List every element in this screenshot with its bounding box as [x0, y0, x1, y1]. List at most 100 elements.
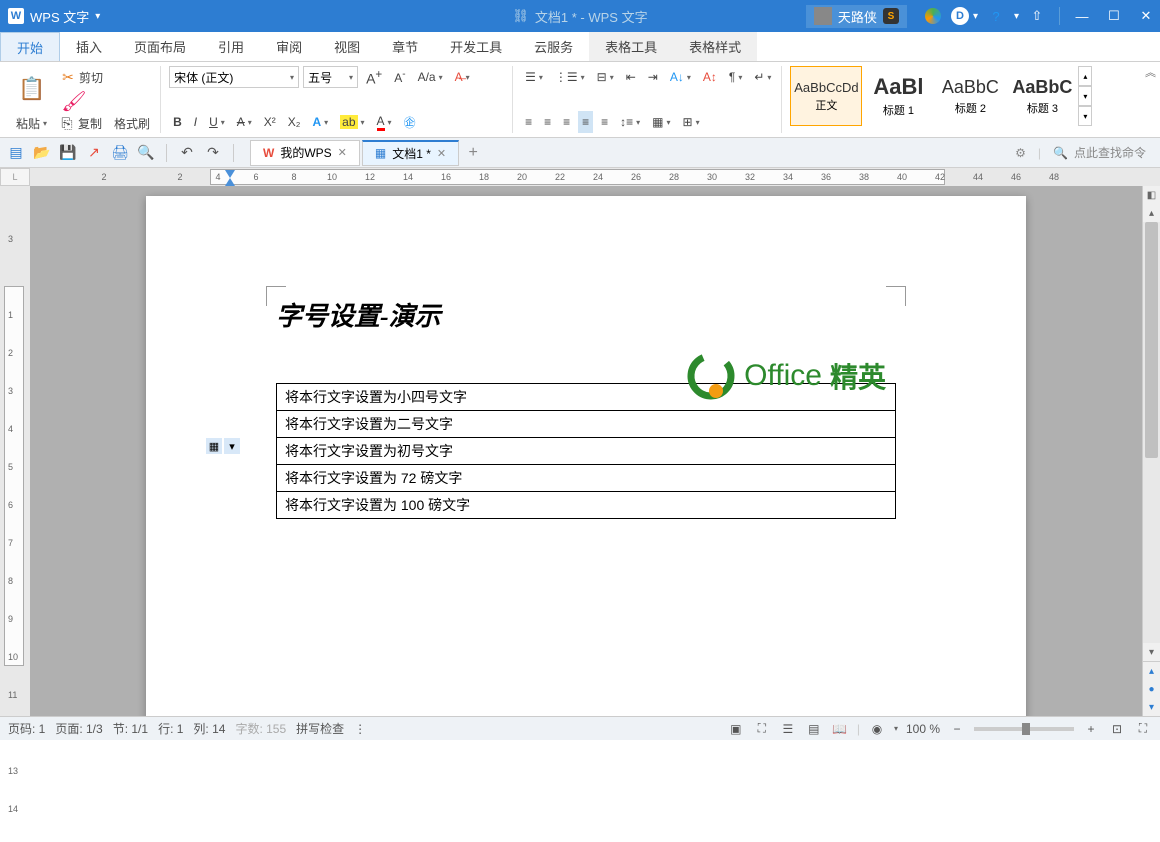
menu-view[interactable]: 视图 — [318, 32, 376, 61]
view-print-layout[interactable]: ▣ — [727, 720, 745, 738]
user-block[interactable]: 天路侠 S — [806, 5, 907, 28]
format-painter-large[interactable]: 🖌 — [56, 90, 107, 112]
menu-review[interactable]: 审阅 — [260, 32, 318, 61]
fit-page-button[interactable]: ⊡ — [1108, 720, 1126, 738]
status-section[interactable]: 节: 1/1 — [113, 720, 148, 737]
style-nav-more[interactable]: ▾ — [1078, 106, 1092, 126]
redo-button[interactable]: ↷ — [203, 143, 223, 163]
decrease-indent-button[interactable]: ⇤ — [622, 66, 640, 88]
style-nav-down[interactable]: ▾ — [1078, 86, 1092, 106]
change-case-button[interactable]: A/a▾ — [414, 66, 447, 88]
phonetic-button[interactable]: ㊭ — [400, 111, 420, 133]
maximize-button[interactable]: ☐ — [1100, 2, 1128, 30]
zoom-level[interactable]: 100 % — [906, 722, 940, 736]
menu-page-layout[interactable]: 页面布局 — [118, 32, 202, 61]
ribbon-collapse-button[interactable]: ︽ — [1145, 64, 1156, 80]
document-scroll[interactable]: 字号设置-演示 Office 精英 ▦ ▾ 将本行文字设置为小四号文字将本行文字… — [30, 186, 1142, 716]
format-painter-button[interactable]: 格式刷 — [110, 112, 154, 134]
style-heading1[interactable]: AaBl 标题 1 — [862, 66, 934, 126]
menu-home[interactable]: 开始 — [0, 32, 60, 61]
undo-button[interactable]: ↶ — [177, 143, 197, 163]
add-tab-button[interactable]: + — [461, 140, 485, 166]
line-spacing-button[interactable]: ↕≡▾ — [616, 111, 644, 133]
minimize-button[interactable]: — — [1068, 2, 1096, 30]
menu-references[interactable]: 引用 — [202, 32, 260, 61]
paragraph-handle[interactable]: ▦ ▾ — [206, 438, 240, 454]
macro-arrow[interactable]: ▾ — [894, 724, 898, 733]
scroll-thumb[interactable] — [1145, 222, 1158, 458]
new-doc-button[interactable]: ▤ — [6, 143, 26, 163]
zoom-in-button[interactable]: + — [1082, 720, 1100, 738]
tab-close-icon[interactable]: ✕ — [338, 146, 347, 159]
increase-indent-button[interactable]: ⇥ — [644, 66, 662, 88]
menu-insert[interactable]: 插入 — [60, 32, 118, 61]
grow-font-button[interactable]: A+ — [362, 66, 386, 88]
align-justify-button[interactable]: ≡ — [578, 111, 593, 133]
shading-button[interactable]: ▦▾ — [648, 111, 674, 133]
help-icon[interactable]: ? — [982, 2, 1010, 30]
bullet-list-button[interactable]: ☰▾ — [521, 66, 547, 88]
table-row[interactable]: 将本行文字设置为初号文字 — [277, 438, 896, 465]
borders-button[interactable]: ⊞▾ — [679, 111, 704, 133]
scroll-up-button[interactable]: ▴ — [1143, 204, 1160, 222]
d-arrow[interactable]: ▾ — [973, 11, 978, 22]
d-icon[interactable]: D — [951, 7, 969, 25]
upload-icon[interactable]: ⇧ — [1023, 2, 1051, 30]
menu-table-tools[interactable]: 表格工具 — [589, 32, 673, 61]
table-row[interactable]: 将本行文字设置为 72 磅文字 — [277, 465, 896, 492]
open-button[interactable]: 📂 — [32, 143, 52, 163]
sort-button[interactable]: A↕ — [699, 66, 721, 88]
table-cell[interactable]: 将本行文字设置为初号文字 — [277, 438, 896, 465]
next-page-button[interactable]: ▾ — [1143, 698, 1160, 716]
view-outline[interactable]: ☰ — [779, 720, 797, 738]
status-lang-icon[interactable]: ⋮ — [354, 722, 366, 736]
copy-button[interactable]: ⎘复制 — [55, 112, 106, 134]
subscript-button[interactable]: X₂ — [284, 111, 305, 133]
vertical-ruler[interactable]: 31234567891011121314 — [0, 186, 30, 716]
table-cell[interactable]: 将本行文字设置为 72 磅文字 — [277, 465, 896, 492]
cloud-sync-icon[interactable] — [919, 2, 947, 30]
menu-dev-tools[interactable]: 开发工具 — [434, 32, 518, 61]
italic-button[interactable]: I — [190, 111, 201, 133]
horizontal-ruler[interactable]: L 22468101214161820222426283032343638404… — [0, 168, 1160, 186]
style-heading3[interactable]: AaBbC 标题 3 — [1006, 66, 1078, 126]
show-marks-button[interactable]: ¶▾ — [725, 66, 746, 88]
scroll-down-button[interactable]: ▾ — [1143, 643, 1160, 661]
status-page-no[interactable]: 页码: 1 — [8, 720, 45, 737]
table-row[interactable]: 将本行文字设置为 100 磅文字 — [277, 492, 896, 519]
view-fullscreen[interactable]: ⛶ — [753, 720, 771, 738]
status-words[interactable]: 字数: 155 — [235, 720, 286, 737]
align-right-button[interactable]: ≡ — [559, 111, 574, 133]
print-preview-button[interactable]: 🔍 — [136, 143, 156, 163]
help-arrow[interactable]: ▾ — [1014, 11, 1019, 22]
align-distributed-button[interactable]: ≡ — [597, 111, 612, 133]
shrink-font-button[interactable]: A- — [390, 66, 409, 88]
zoom-slider[interactable] — [974, 727, 1074, 731]
align-left-button[interactable]: ≡ — [521, 111, 536, 133]
tab-close-icon[interactable]: ✕ — [437, 147, 446, 160]
status-spellcheck[interactable]: 拼写检查 — [296, 720, 344, 737]
text-effects-button[interactable]: A▾ — [308, 111, 332, 133]
page[interactable]: 字号设置-演示 Office 精英 ▦ ▾ 将本行文字设置为小四号文字将本行文字… — [146, 196, 1026, 716]
doc-tab-mywps[interactable]: W 我的WPS ✕ — [250, 140, 360, 166]
vertical-scrollbar[interactable]: ◧ ▴ ▾ ▴ ● ▾ — [1142, 186, 1160, 716]
font-size-select[interactable]: 五号▾ — [303, 66, 358, 88]
number-list-button[interactable]: ⋮☰▾ — [551, 66, 589, 88]
style-normal[interactable]: AaBbCcDd 正文 — [790, 66, 862, 126]
font-name-select[interactable]: 宋体 (正文)▾ — [169, 66, 299, 88]
zoom-out-button[interactable]: − — [948, 720, 966, 738]
prev-page-button[interactable]: ▴ — [1143, 662, 1160, 680]
menu-cloud[interactable]: 云服务 — [518, 32, 589, 61]
multilevel-list-button[interactable]: ⊟▾ — [593, 66, 618, 88]
table-cell[interactable]: 将本行文字设置为二号文字 — [277, 411, 896, 438]
bold-button[interactable]: B — [169, 111, 186, 133]
scroll-track[interactable] — [1143, 222, 1160, 643]
strikethrough-button[interactable]: A▾ — [233, 111, 256, 133]
font-color-button[interactable]: A▾ — [373, 111, 396, 133]
view-web[interactable]: ▤ — [805, 720, 823, 738]
para-settings-button[interactable]: ↵▾ — [750, 66, 775, 88]
style-nav-up[interactable]: ▴ — [1078, 66, 1092, 86]
view-reading[interactable]: 📖 — [831, 720, 849, 738]
doc-tab-document1[interactable]: ▦ 文档1 * ✕ — [362, 140, 459, 166]
fullscreen-toggle[interactable]: ⛶ — [1134, 720, 1152, 738]
